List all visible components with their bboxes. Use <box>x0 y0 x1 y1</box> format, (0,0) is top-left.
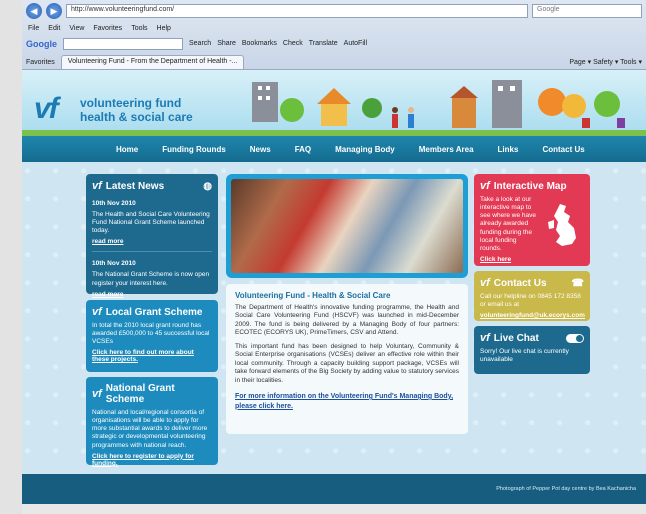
nav-contact-us[interactable]: Contact Us <box>530 145 596 154</box>
nav-faq[interactable]: FAQ <box>283 145 323 154</box>
chat-bubble-icon[interactable] <box>566 333 584 343</box>
vf-icon: vf <box>92 180 102 192</box>
local-grant-panel: vf Local Grant Scheme In total the 2010 … <box>86 300 218 372</box>
header-illustration <box>252 80 625 128</box>
vf-icon: vf <box>480 332 490 344</box>
managing-body-link[interactable]: For more information on the Volunteering… <box>235 393 453 410</box>
menu-bar: File Edit View Favorites Tools Help <box>22 22 646 35</box>
hero-photo <box>231 179 463 273</box>
contact-email-link[interactable]: volunteeringfund@uk.ecorys.com <box>480 312 585 319</box>
interactive-map-panel: vf Interactive Map Take a look at our in… <box>474 174 590 266</box>
vf-icon: vf <box>92 306 102 318</box>
map-text: Take a look at our interactive map to se… <box>480 196 537 252</box>
toolbar-translate-button[interactable]: Translate <box>309 40 338 47</box>
news-date-1: 10th Nov 2010 <box>92 200 136 207</box>
hero-photo-frame <box>226 174 468 278</box>
local-grant-link[interactable]: Click here to find out more about these … <box>92 349 212 363</box>
menu-help[interactable]: Help <box>157 25 171 32</box>
local-grant-title: vf Local Grant Scheme <box>92 306 212 318</box>
contact-title: vf Contact Us ☎ <box>480 277 584 289</box>
national-grant-panel: vf National Grant Scheme National and lo… <box>86 377 218 467</box>
news-text-2: The National Grant Scheme is now open re… <box>92 271 210 287</box>
nav-members-area[interactable]: Members Area <box>407 145 486 154</box>
outer-margin <box>0 0 22 514</box>
menu-tools[interactable]: Tools <box>131 25 147 32</box>
web-page: vf volunteering fund health & social car… <box>22 70 646 514</box>
command-bar[interactable]: Page ▾ Safety ▾ Tools ▾ <box>569 58 642 69</box>
browser-chrome: ◀ ▶ http://www.volunteeringfund.com/ Goo… <box>22 0 646 70</box>
toolbar-bookmarks-button[interactable]: Bookmarks <box>242 40 277 47</box>
news-read-more-1[interactable]: read more <box>92 238 212 245</box>
nav-links[interactable]: Links <box>486 145 531 154</box>
photo-credit: Photograph of Pepper Pot day centre by B… <box>496 486 636 492</box>
national-grant-title: vf National Grant Scheme <box>92 383 212 405</box>
menu-favorites[interactable]: Favorites <box>93 25 122 32</box>
page-bottom <box>22 504 646 514</box>
toolbar-search-input[interactable] <box>63 37 183 50</box>
news-divider <box>92 251 212 253</box>
google-toolbar: Google Search Share Bookmarks Check Tran… <box>22 35 646 52</box>
vf-icon: vf <box>480 277 490 289</box>
chat-title-text: Live Chat <box>493 332 539 344</box>
site-logo[interactable]: vf <box>34 92 59 126</box>
local-grant-text: In total the 2010 local grant round has … <box>92 322 210 346</box>
toolbar-share-button[interactable]: Share <box>217 40 236 47</box>
forward-icon[interactable]: ▶ <box>46 3 62 19</box>
phone-icon: ☎ <box>571 277 584 289</box>
national-grant-title-text: National Grant Scheme <box>105 383 175 405</box>
news-read-more-2[interactable]: read more <box>92 291 212 298</box>
news-title: vf Latest News ◍ <box>92 180 212 192</box>
logo-text-line2: health & social care <box>80 110 193 124</box>
news-date-2: 10th Nov 2010 <box>92 260 136 268</box>
back-icon[interactable]: ◀ <box>26 3 42 19</box>
toolbar-check-button[interactable]: Check <box>283 40 303 47</box>
live-chat-panel: vf Live Chat Sorry! Our live chat is cur… <box>474 326 590 374</box>
nav-news[interactable]: News <box>238 145 283 154</box>
menu-file[interactable]: File <box>28 25 39 32</box>
contact-text: Call our helpline on 0845 172 8358 or em… <box>480 293 581 309</box>
tab-row: Favorites Volunteering Fund - From the D… <box>22 52 646 69</box>
logo-text-line1: volunteering fund <box>80 96 182 110</box>
main-nav: Home Funding Rounds News FAQ Managing Bo… <box>22 136 646 162</box>
contact-title-text: Contact Us <box>493 277 547 289</box>
content-para-1: The Department of Health's innovative fu… <box>235 304 459 337</box>
map-link[interactable]: Click here <box>480 256 584 263</box>
national-grant-text: National and local/regional consortia of… <box>92 409 208 449</box>
map-title: vf Interactive Map <box>480 180 584 192</box>
contact-panel: vf Contact Us ☎ Call our helpline on 084… <box>474 271 590 321</box>
address-field[interactable]: http://www.volunteeringfund.com/ <box>66 4 528 18</box>
main-content: Volunteering Fund - Health & Social Care… <box>226 284 468 434</box>
favorites-button[interactable]: Favorites <box>26 59 55 69</box>
nav-funding-rounds[interactable]: Funding Rounds <box>150 145 238 154</box>
site-header: vf volunteering fund health & social car… <box>22 70 646 136</box>
toolbar-search-button[interactable]: Search <box>189 40 211 47</box>
address-bar-row: ◀ ▶ http://www.volunteeringfund.com/ Goo… <box>22 0 646 22</box>
nav-home[interactable]: Home <box>104 145 150 154</box>
map-title-text: Interactive Map <box>493 180 567 192</box>
vf-icon: vf <box>480 180 490 192</box>
chat-text: Sorry! Our live chat is currently unavai… <box>480 348 569 364</box>
chat-title: vf Live Chat <box>480 332 584 344</box>
latest-news-panel: vf Latest News ◍ 10th Nov 2010 The Healt… <box>86 174 218 298</box>
globe-icon: ◍ <box>203 180 212 192</box>
menu-view[interactable]: View <box>69 25 84 32</box>
browser-tab[interactable]: Volunteering Fund - From the Department … <box>60 55 245 69</box>
content-heading: Volunteering Fund - Health & Social Care <box>235 291 391 300</box>
google-logo: Google <box>26 38 57 49</box>
site-footer: Photograph of Pepper Pot day centre by B… <box>22 474 646 504</box>
content-para-2: This important fund has been designed to… <box>235 342 459 384</box>
browser-search-input[interactable]: Google <box>532 4 642 18</box>
national-grant-link[interactable]: Click here to register to apply for fund… <box>92 453 212 467</box>
menu-edit[interactable]: Edit <box>48 25 60 32</box>
local-grant-title-text: Local Grant Scheme <box>105 306 203 318</box>
toolbar-autofill-button[interactable]: AutoFill <box>344 40 367 47</box>
news-text-1: The Health and Social Care Volunteering … <box>92 211 210 235</box>
news-title-text: Latest News <box>105 180 165 192</box>
vf-icon: vf <box>92 388 102 400</box>
nav-managing-body[interactable]: Managing Body <box>323 145 407 154</box>
uk-map-icon[interactable] <box>546 202 580 250</box>
